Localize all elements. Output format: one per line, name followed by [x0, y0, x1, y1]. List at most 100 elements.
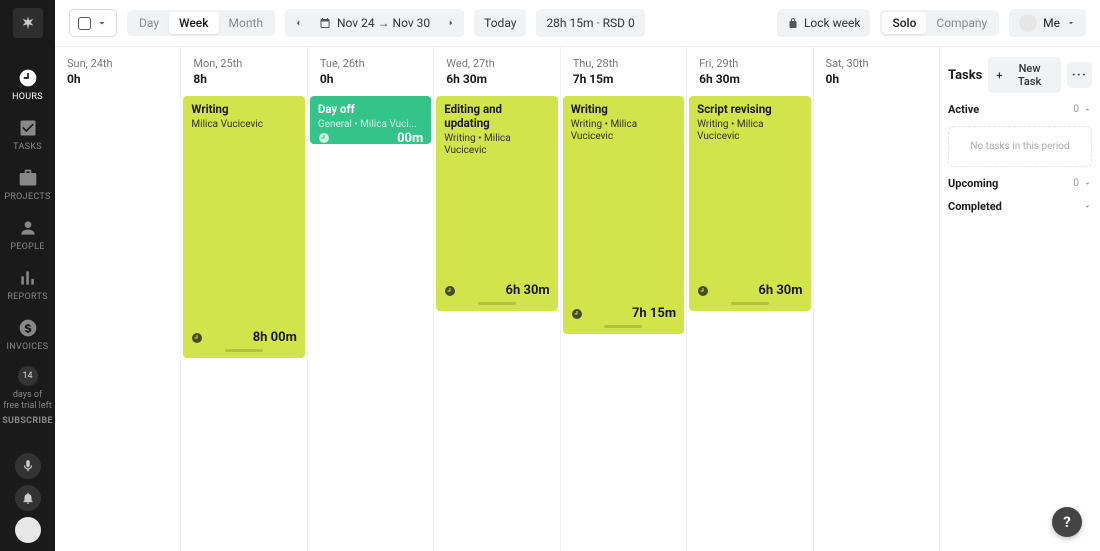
checkbox-icon: [78, 17, 91, 30]
clock-icon: [444, 285, 456, 297]
clock-icon: [571, 308, 583, 320]
event-title: Day off: [318, 103, 423, 117]
mic-icon: [21, 459, 35, 473]
nav-people[interactable]: PEOPLE: [0, 208, 55, 258]
trial-days-badge: 14: [18, 366, 38, 386]
view-week[interactable]: Week: [169, 12, 219, 34]
tasks-title: Tasks: [948, 68, 982, 83]
view-segmented: Day Week Month: [127, 10, 275, 36]
event-title: Writing: [191, 103, 296, 117]
day-column: Sat, 30th0h: [814, 47, 939, 551]
event-duration: 6h 30m: [758, 283, 802, 298]
view-month[interactable]: Month: [219, 12, 273, 34]
clock-icon: [697, 285, 709, 297]
day-total: 8h: [193, 72, 294, 86]
event-duration: 7h 15m: [632, 306, 676, 321]
prev-week-button[interactable]: [285, 9, 311, 37]
nav-tasks[interactable]: TASKS: [0, 108, 55, 158]
day-body[interactable]: WritingWriting • Milica Vucicevic7h 15m: [561, 94, 686, 551]
plus-icon: +: [996, 69, 1002, 82]
bars-icon: [18, 268, 38, 288]
day-date: Mon, 25th: [193, 57, 294, 70]
day-date: Thu, 28th: [573, 57, 674, 70]
day-body[interactable]: [814, 94, 939, 551]
chevron-left-icon: [293, 18, 303, 28]
tasks-panel: Tasks + New Task ··· Active 0 No tasks i…: [940, 47, 1100, 551]
scope-company[interactable]: Company: [926, 12, 997, 34]
nav-hours[interactable]: HOURS: [0, 58, 55, 108]
resize-handle[interactable]: [478, 302, 516, 305]
user-avatar[interactable]: [15, 517, 41, 543]
week-summary-button[interactable]: 28h 15m · RSD 0: [536, 9, 644, 37]
day-body[interactable]: Editing and updatingWriting • Milica Vuc…: [434, 94, 559, 551]
calendar-event[interactable]: Writing Milica Vucicevic 8h 00m: [183, 96, 304, 358]
day-total: 0h: [320, 72, 421, 86]
app-logo[interactable]: [13, 8, 43, 38]
next-week-button[interactable]: [438, 9, 464, 37]
event-subtitle: Writing • Milica Vucicevic: [697, 119, 802, 143]
day-column: Fri, 29th6h 30mScript revisingWriting • …: [687, 47, 813, 551]
notifications-button[interactable]: [15, 485, 41, 511]
resize-handle[interactable]: [225, 349, 263, 352]
resize-handle[interactable]: [604, 325, 642, 328]
day-total: 6h 30m: [699, 72, 800, 86]
mic-button[interactable]: [15, 453, 41, 479]
tasks-more-button[interactable]: ···: [1067, 62, 1092, 88]
check-icon: [18, 118, 38, 138]
day-column: Tue, 26th 0h Day off General • Milica Vuci.…: [308, 47, 434, 551]
calendar-event[interactable]: WritingWriting • Milica Vucicevic7h 15m: [563, 96, 684, 334]
event-duration: 8h 00m: [253, 330, 297, 345]
bell-icon: [21, 491, 35, 505]
select-all-checkbox[interactable]: [69, 9, 117, 37]
spark-icon: [20, 15, 36, 31]
day-body[interactable]: [55, 94, 180, 551]
day-date: Sun, 24th: [67, 57, 168, 70]
view-day[interactable]: Day: [129, 12, 169, 34]
tasks-section-upcoming[interactable]: Upcoming 0: [948, 177, 1092, 190]
today-button[interactable]: Today: [474, 9, 526, 37]
day-body[interactable]: Writing Milica Vucicevic 8h 00m: [181, 94, 306, 551]
calendar-icon: [319, 17, 331, 29]
scope-segmented: Solo Company: [880, 10, 999, 36]
day-body[interactable]: Script revisingWriting • Milica Vucicevi…: [687, 94, 812, 551]
chevron-up-icon: [1083, 105, 1092, 114]
event-duration: 6h 30m: [506, 283, 550, 298]
calendar-event[interactable]: Editing and updatingWriting • Milica Vuc…: [436, 96, 557, 311]
day-column: Thu, 28th7h 15mWritingWriting • Milica V…: [561, 47, 687, 551]
help-button[interactable]: ?: [1052, 507, 1082, 537]
lock-week-button[interactable]: Lock week: [777, 9, 870, 37]
day-column: Mon, 25th 8h Writing Milica Vucicevic 8h 00m: [181, 47, 307, 551]
event-title: Editing and updating: [444, 103, 549, 131]
lock-icon: [787, 17, 799, 29]
day-body[interactable]: Day offGeneral • Milica Vuci...00m: [308, 94, 433, 551]
day-total: 7h 15m: [573, 72, 674, 86]
briefcase-icon: [18, 168, 38, 188]
date-range-button[interactable]: Nov 24 → Nov 30: [311, 16, 438, 30]
tasks-empty: No tasks in this period: [948, 126, 1092, 167]
new-task-button[interactable]: + New Task: [988, 57, 1060, 93]
person-icon: [18, 218, 38, 238]
day-date: Sat, 30th: [826, 57, 927, 70]
day-date: Tue, 26th: [320, 57, 421, 70]
nav-reports[interactable]: REPORTS: [0, 258, 55, 308]
nav-projects[interactable]: PROJECTS: [0, 158, 55, 208]
day-date: Fri, 29th: [699, 57, 800, 70]
event-subtitle: General • Milica Vuci...: [318, 119, 423, 131]
day-total: 6h 30m: [446, 72, 547, 86]
tasks-section-active[interactable]: Active 0: [948, 103, 1092, 116]
day-total: 0h: [67, 72, 168, 86]
subscribe-link[interactable]: SUBSCRIBE: [2, 416, 53, 427]
tasks-section-completed[interactable]: Completed: [948, 200, 1092, 213]
nav-invoices[interactable]: INVOICES: [0, 308, 55, 358]
calendar-event[interactable]: Day offGeneral • Milica Vuci...00m: [310, 96, 431, 144]
user-filter[interactable]: Me: [1009, 9, 1086, 37]
event-subtitle: Milica Vucicevic: [191, 119, 296, 131]
clock-icon: [191, 332, 203, 344]
event-subtitle: Writing • Milica Vucicevic: [444, 133, 549, 157]
scope-solo[interactable]: Solo: [882, 12, 926, 34]
calendar-event[interactable]: Script revisingWriting • Milica Vucicevi…: [689, 96, 810, 311]
clock-icon: [318, 132, 330, 144]
trial-info: 14 days of free trial left SUBSCRIBE: [2, 366, 53, 426]
caret-down-icon: [1066, 18, 1076, 28]
resize-handle[interactable]: [731, 302, 769, 305]
